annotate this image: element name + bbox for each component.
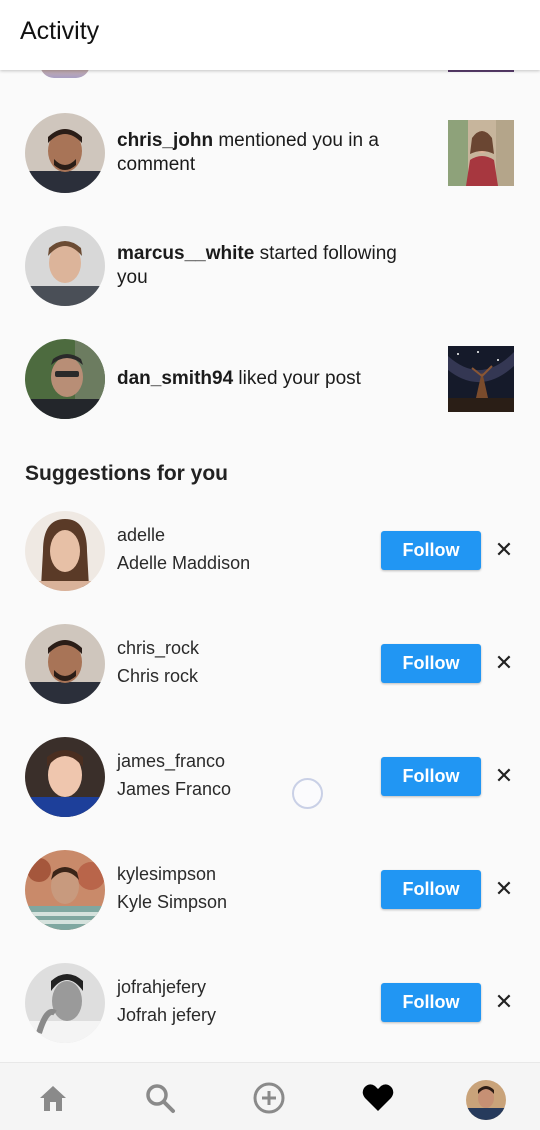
- activity-text: dan_smith94 liked your post: [117, 367, 417, 391]
- post-thumbnail[interactable]: [448, 70, 514, 72]
- activity-username[interactable]: dan_smith94: [117, 368, 233, 389]
- page-title: Activity: [20, 17, 100, 45]
- follow-button[interactable]: Follow: [381, 870, 481, 909]
- activity-text: chris_john mentioned you in a comment: [117, 129, 417, 177]
- suggestion-fullname: James Franco: [117, 779, 232, 799]
- activity-item[interactable]: marcus__white started following you: [0, 226, 540, 306]
- suggestion-fullname: Adelle Maddison: [117, 553, 251, 573]
- close-icon[interactable]: ✕: [494, 539, 514, 561]
- suggestion-username[interactable]: adelle: [117, 525, 165, 546]
- follow-button[interactable]: Follow: [381, 531, 481, 570]
- close-icon[interactable]: ✕: [494, 652, 514, 674]
- suggestion-item[interactable]: chris_rock Chris rock Follow ✕: [0, 624, 540, 704]
- suggestion-item[interactable]: james_franco James Franco Follow ✕: [0, 737, 540, 817]
- avatar[interactable]: [25, 113, 105, 193]
- suggestion-username[interactable]: jofrahjefery: [117, 977, 206, 998]
- suggestion-item[interactable]: adelle Adelle Maddison Follow ✕: [0, 511, 540, 591]
- avatar[interactable]: [25, 963, 105, 1043]
- activity-feed[interactable]: chris_john mentioned you in a comment ma…: [0, 70, 540, 1060]
- suggestion-fullname: Kyle Simpson: [117, 892, 228, 912]
- suggestion-fullname: Jofrah jefery: [117, 1005, 217, 1025]
- suggestion-username[interactable]: james_franco: [117, 751, 225, 772]
- app-bar: Activity: [0, 0, 540, 70]
- close-icon[interactable]: ✕: [494, 878, 514, 900]
- search-icon[interactable]: [143, 1081, 177, 1115]
- suggestion-username[interactable]: kylesimpson: [117, 864, 216, 885]
- avatar[interactable]: [25, 226, 105, 306]
- post-thumbnail-icon[interactable]: [448, 346, 514, 412]
- avatar[interactable]: [25, 511, 105, 591]
- loading-indicator: [292, 778, 323, 809]
- add-icon[interactable]: [252, 1081, 286, 1115]
- activity-username[interactable]: chris_john: [117, 130, 213, 151]
- avatar[interactable]: [40, 70, 90, 78]
- follow-button[interactable]: Follow: [381, 757, 481, 796]
- suggestion-item[interactable]: jofrahjefery Jofrah jefery Follow ✕: [0, 963, 540, 1043]
- activity-text: marcus__white started following you: [117, 242, 417, 290]
- activity-item[interactable]: chris_john mentioned you in a comment: [0, 113, 540, 193]
- suggestion-username[interactable]: chris_rock: [117, 638, 199, 659]
- post-thumbnail-icon[interactable]: [448, 120, 514, 186]
- avatar[interactable]: [25, 737, 105, 817]
- heart-icon[interactable]: [361, 1081, 395, 1115]
- suggestions-title: Suggestions for you: [25, 462, 229, 485]
- activity-item[interactable]: dan_smith94 liked your post: [0, 339, 540, 419]
- follow-button[interactable]: Follow: [381, 983, 481, 1022]
- avatar[interactable]: [25, 624, 105, 704]
- activity-action: liked your post: [233, 368, 361, 389]
- close-icon[interactable]: ✕: [494, 765, 514, 787]
- suggestion-item[interactable]: kylesimpson Kyle Simpson Follow ✕: [0, 850, 540, 930]
- home-icon[interactable]: [36, 1081, 70, 1115]
- suggestion-fullname: Chris rock: [117, 666, 199, 686]
- avatar[interactable]: [25, 850, 105, 930]
- avatar[interactable]: [25, 339, 105, 419]
- profile-avatar[interactable]: [466, 1080, 506, 1120]
- activity-username[interactable]: marcus__white: [117, 243, 254, 264]
- follow-button[interactable]: Follow: [381, 644, 481, 683]
- close-icon[interactable]: ✕: [494, 991, 514, 1013]
- bottom-nav: [0, 1062, 540, 1130]
